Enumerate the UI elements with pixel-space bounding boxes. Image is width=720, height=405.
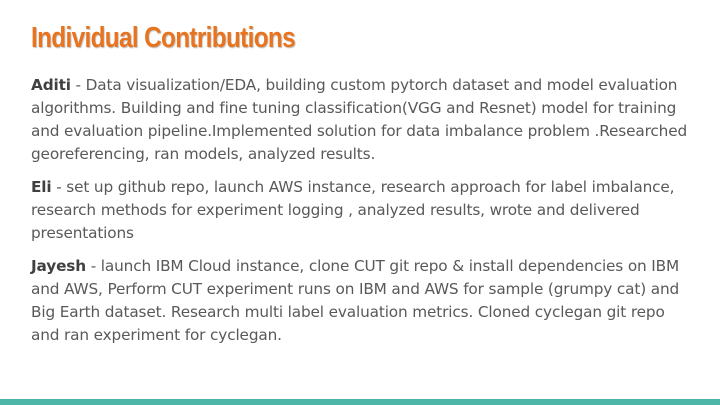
contributor-name: Eli (31, 178, 52, 196)
contribution-eli: Eli - set up github repo, launch AWS ins… (31, 176, 696, 245)
contribution-text: - Data visualization/EDA, building custo… (31, 76, 688, 163)
slide: Individual Contributions Aditi - Data vi… (0, 0, 720, 405)
contribution-jayesh: Jayesh - launch IBM Cloud instance, clon… (31, 255, 696, 347)
contributor-name: Jayesh (31, 257, 86, 275)
slide-title: Individual Contributions (31, 22, 296, 54)
accent-bar (0, 399, 720, 405)
contribution-text: - set up github repo, launch AWS instanc… (31, 178, 675, 242)
contribution-text: - launch IBM Cloud instance, clone CUT g… (31, 257, 680, 344)
contributions-list: Aditi - Data visualization/EDA, building… (31, 74, 696, 357)
contributor-name: Aditi (31, 76, 71, 94)
contribution-aditi: Aditi - Data visualization/EDA, building… (31, 74, 696, 166)
